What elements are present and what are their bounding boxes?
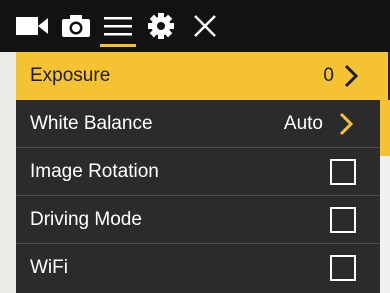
active-tab-indicator bbox=[100, 44, 136, 47]
menu-item-wifi[interactable]: WiFi bbox=[16, 244, 380, 293]
menu-item-value: Auto bbox=[283, 113, 323, 134]
driving-mode-checkbox[interactable] bbox=[330, 207, 356, 233]
menu-item-exposure[interactable]: Exposure 0 bbox=[16, 52, 388, 100]
menu-item-label: WiFi bbox=[30, 257, 68, 278]
image-rotation-checkbox[interactable] bbox=[330, 159, 356, 185]
menu-icon[interactable] bbox=[102, 12, 134, 40]
menu-item-image-rotation[interactable]: Image Rotation bbox=[16, 148, 380, 196]
photo-camera-icon[interactable] bbox=[60, 12, 92, 40]
scrollbar-thumb[interactable] bbox=[380, 100, 390, 156]
top-toolbar bbox=[0, 0, 390, 52]
menu-item-label: Exposure bbox=[30, 65, 111, 86]
left-edge-strip bbox=[0, 52, 16, 293]
menu-item-white-balance[interactable]: White Balance Auto bbox=[16, 100, 380, 148]
menu-item-label: White Balance bbox=[30, 113, 153, 134]
menu-item-driving-mode[interactable]: Driving Mode bbox=[16, 196, 380, 244]
chevron-right-icon bbox=[336, 111, 356, 137]
close-icon[interactable] bbox=[190, 12, 220, 40]
menu-item-label: Image Rotation bbox=[30, 161, 159, 182]
wifi-checkbox[interactable] bbox=[330, 255, 356, 281]
chevron-right-icon bbox=[341, 63, 361, 89]
gear-icon[interactable] bbox=[145, 12, 177, 40]
menu-item-value: 0 bbox=[323, 65, 334, 86]
menu-item-label: Driving Mode bbox=[30, 209, 142, 230]
video-camera-icon[interactable] bbox=[16, 12, 48, 40]
